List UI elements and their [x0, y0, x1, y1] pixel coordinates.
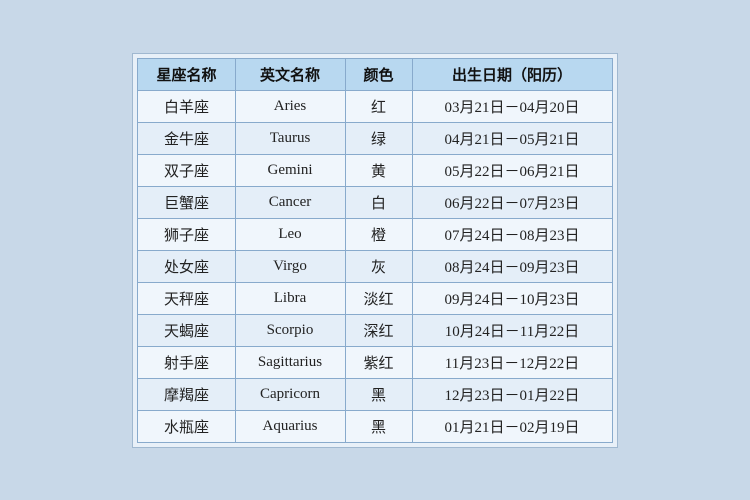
cell-date: 06月22日－07月23日: [412, 186, 612, 218]
cell-color: 白: [345, 186, 412, 218]
cell-color: 橙: [345, 218, 412, 250]
table-row: 天秤座Libra淡红09月24日－10月23日: [138, 282, 612, 314]
cell-date: 04月21日－05月21日: [412, 122, 612, 154]
table-row: 处女座Virgo灰08月24日－09月23日: [138, 250, 612, 282]
cell-chinese: 天秤座: [138, 282, 235, 314]
cell-date: 11月23日－12月22日: [412, 346, 612, 378]
cell-color: 淡红: [345, 282, 412, 314]
cell-date: 01月21日－02月19日: [412, 410, 612, 442]
cell-color: 绿: [345, 122, 412, 154]
cell-chinese: 双子座: [138, 154, 235, 186]
cell-english: Leo: [235, 218, 345, 250]
cell-date: 09月24日－10月23日: [412, 282, 612, 314]
cell-english: Gemini: [235, 154, 345, 186]
cell-date: 10月24日－11月22日: [412, 314, 612, 346]
zodiac-table-container: 星座名称 英文名称 颜色 出生日期（阳历） 白羊座Aries红03月21日－04…: [132, 53, 617, 448]
cell-chinese: 白羊座: [138, 90, 235, 122]
table-row: 白羊座Aries红03月21日－04月20日: [138, 90, 612, 122]
cell-chinese: 处女座: [138, 250, 235, 282]
table-header-row: 星座名称 英文名称 颜色 出生日期（阳历）: [138, 58, 612, 90]
cell-date: 05月22日－06月21日: [412, 154, 612, 186]
cell-english: Scorpio: [235, 314, 345, 346]
cell-color: 黄: [345, 154, 412, 186]
cell-english: Cancer: [235, 186, 345, 218]
table-row: 巨蟹座Cancer白06月22日－07月23日: [138, 186, 612, 218]
cell-chinese: 金牛座: [138, 122, 235, 154]
cell-date: 12月23日－01月22日: [412, 378, 612, 410]
header-chinese: 星座名称: [138, 58, 235, 90]
table-row: 天蝎座Scorpio深红10月24日－11月22日: [138, 314, 612, 346]
cell-english: Taurus: [235, 122, 345, 154]
cell-date: 08月24日－09月23日: [412, 250, 612, 282]
header-date: 出生日期（阳历）: [412, 58, 612, 90]
table-row: 双子座Gemini黄05月22日－06月21日: [138, 154, 612, 186]
header-color: 颜色: [345, 58, 412, 90]
cell-english: Sagittarius: [235, 346, 345, 378]
cell-chinese: 巨蟹座: [138, 186, 235, 218]
table-row: 摩羯座Capricorn黑12月23日－01月22日: [138, 378, 612, 410]
cell-chinese: 狮子座: [138, 218, 235, 250]
cell-color: 灰: [345, 250, 412, 282]
cell-chinese: 水瓶座: [138, 410, 235, 442]
table-row: 水瓶座Aquarius黑01月21日－02月19日: [138, 410, 612, 442]
cell-chinese: 摩羯座: [138, 378, 235, 410]
cell-english: Capricorn: [235, 378, 345, 410]
cell-date: 03月21日－04月20日: [412, 90, 612, 122]
cell-english: Aries: [235, 90, 345, 122]
cell-color: 紫红: [345, 346, 412, 378]
cell-english: Libra: [235, 282, 345, 314]
cell-color: 深红: [345, 314, 412, 346]
header-english: 英文名称: [235, 58, 345, 90]
cell-date: 07月24日－08月23日: [412, 218, 612, 250]
table-row: 狮子座Leo橙07月24日－08月23日: [138, 218, 612, 250]
table-row: 金牛座Taurus绿04月21日－05月21日: [138, 122, 612, 154]
cell-color: 红: [345, 90, 412, 122]
zodiac-table: 星座名称 英文名称 颜色 出生日期（阳历） 白羊座Aries红03月21日－04…: [137, 58, 612, 443]
table-row: 射手座Sagittarius紫红11月23日－12月22日: [138, 346, 612, 378]
cell-color: 黑: [345, 410, 412, 442]
cell-chinese: 射手座: [138, 346, 235, 378]
table-body: 白羊座Aries红03月21日－04月20日金牛座Taurus绿04月21日－0…: [138, 90, 612, 442]
cell-english: Virgo: [235, 250, 345, 282]
cell-chinese: 天蝎座: [138, 314, 235, 346]
cell-english: Aquarius: [235, 410, 345, 442]
cell-color: 黑: [345, 378, 412, 410]
